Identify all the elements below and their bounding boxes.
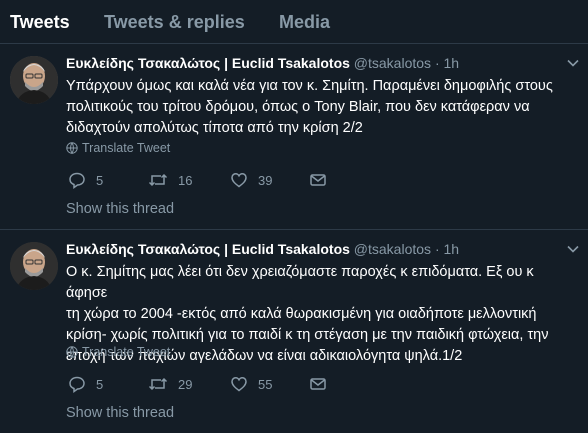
- tweet-time[interactable]: 1h: [444, 55, 460, 71]
- reply-icon: [69, 376, 85, 393]
- envelope-icon: [310, 378, 326, 390]
- reply-button[interactable]: 5: [68, 375, 103, 395]
- retweet-count: 16: [178, 172, 193, 188]
- tweet[interactable]: Ευκλείδης Τσακαλώτος | Euclid Tsakalotos…: [0, 230, 588, 433]
- show-thread-link[interactable]: Show this thread: [66, 405, 174, 421]
- tweet-text-line: πολιτικούς του τρίτου δρόμου, όπως ο Ton…: [66, 99, 530, 115]
- tweet-time[interactable]: 1h: [444, 241, 460, 257]
- avatar[interactable]: [10, 56, 58, 104]
- direct-message-button[interactable]: [309, 171, 327, 191]
- tweet[interactable]: Ευκλείδης Τσακαλώτος | Euclid Tsakalotos…: [0, 44, 588, 230]
- direct-message-button[interactable]: [309, 375, 327, 395]
- retweet-icon: [148, 173, 168, 187]
- like-count: 39: [258, 172, 273, 188]
- reply-count: 5: [96, 376, 104, 392]
- tweet-text-line: Υπάρχουν όμως και καλά νέα για τον κ. Ση…: [66, 78, 553, 94]
- retweet-count: 29: [178, 376, 193, 392]
- chevron-down-icon[interactable]: [566, 242, 580, 256]
- translate-tweet-link[interactable]: Translate Tweet: [66, 345, 170, 359]
- tweet-actions: 5 29 55: [66, 375, 366, 395]
- tweet-actions: 5 16 39: [66, 171, 366, 191]
- retweet-icon: [148, 377, 168, 391]
- tab-tweets-and-replies[interactable]: Tweets & replies: [104, 12, 245, 33]
- author-handle[interactable]: @tsakalotos: [354, 241, 431, 257]
- separator-dot: ·: [434, 55, 440, 71]
- reply-button[interactable]: 5: [68, 171, 103, 191]
- separator-dot: ·: [434, 241, 440, 257]
- globe-icon: [66, 142, 78, 155]
- retweet-button[interactable]: 16: [148, 171, 192, 191]
- heart-icon: [231, 173, 247, 188]
- like-button[interactable]: 39: [230, 171, 272, 191]
- reply-count: 5: [96, 172, 104, 188]
- profile-tabs: Tweets Tweets & replies Media: [0, 0, 588, 44]
- retweet-button[interactable]: 29: [148, 375, 192, 395]
- tweet-text-line: κρίση- χωρίς πολιτική για το παιδί κ τη …: [66, 327, 549, 343]
- show-thread-link[interactable]: Show this thread: [66, 201, 174, 217]
- tweet-header: Ευκλείδης Τσακαλώτος | Euclid Tsakalotos…: [66, 54, 580, 72]
- translate-label: Translate Tweet: [82, 141, 171, 155]
- globe-icon: [66, 346, 78, 359]
- tweet-text-line: τη χώρα το 2004 -εκτός από καλά θωρακισμ…: [66, 306, 537, 322]
- like-count: 55: [258, 376, 273, 392]
- author-name[interactable]: Ευκλείδης Τσακαλώτος | Euclid Tsakalotos: [66, 241, 350, 257]
- tweet-text-line: διδαχτούν απολύτως τίποτα από την κρίση …: [66, 120, 363, 136]
- tab-media[interactable]: Media: [279, 12, 330, 33]
- author-name[interactable]: Ευκλείδης Τσακαλώτος | Euclid Tsakalotos: [66, 55, 350, 71]
- tweet-header: Ευκλείδης Τσακαλώτος | Euclid Tsakalotos…: [66, 240, 580, 258]
- like-button[interactable]: 55: [230, 375, 272, 395]
- translate-tweet-link[interactable]: Translate Tweet: [66, 141, 170, 155]
- tweet-text-line: Ο κ. Σημίτης μας λέει ότι δεν χρειαζόμασ…: [66, 264, 534, 301]
- author-handle[interactable]: @tsakalotos: [354, 55, 431, 71]
- chevron-down-icon[interactable]: [566, 56, 580, 70]
- translate-label: Translate Tweet: [82, 345, 171, 359]
- tab-tweets[interactable]: Tweets: [10, 12, 70, 33]
- avatar[interactable]: [10, 242, 58, 290]
- reply-icon: [69, 172, 85, 189]
- envelope-icon: [310, 174, 326, 186]
- heart-icon: [231, 377, 247, 392]
- tweet-text: Υπάρχουν όμως και καλά νέα για τον κ. Ση…: [66, 76, 576, 139]
